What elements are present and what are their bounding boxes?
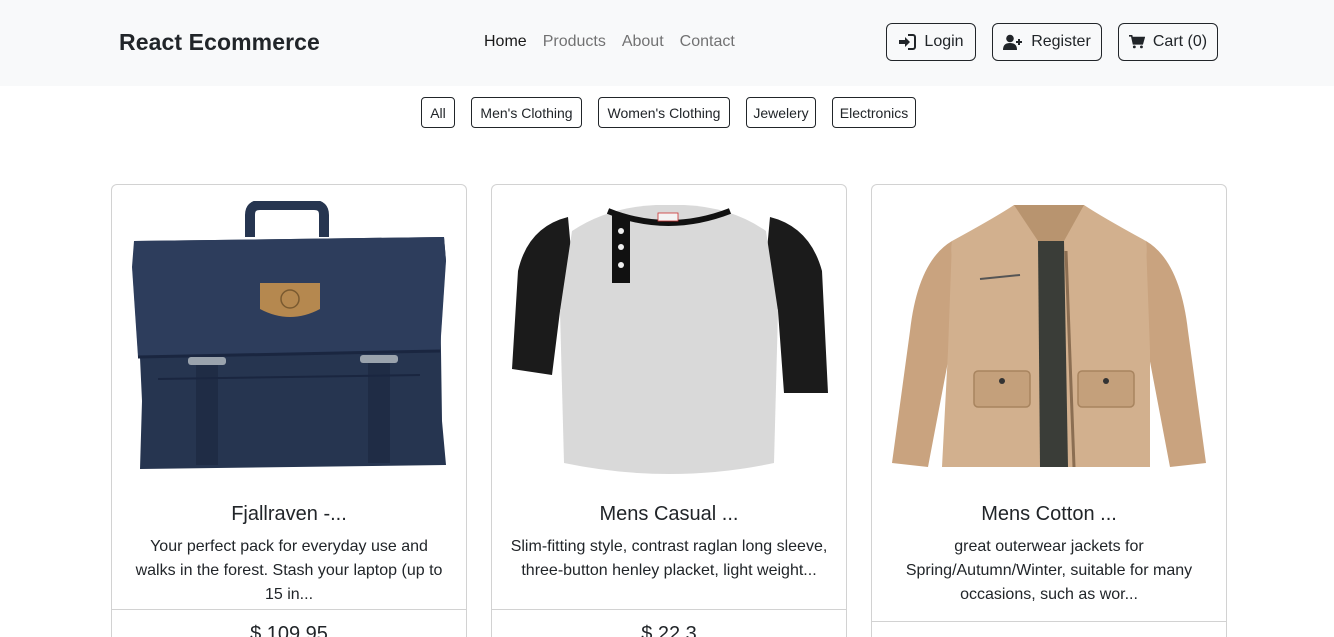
card-divider: [112, 609, 466, 610]
sign-in-icon: [899, 34, 917, 50]
cart-label: Cart (0): [1152, 33, 1208, 50]
product-title: Mens Cotton ...: [981, 503, 1117, 525]
nav-link-about[interactable]: About: [622, 33, 664, 51]
filter-womens-clothing-button[interactable]: Women's Clothing: [598, 97, 730, 128]
product-title: Mens Casual ...: [599, 503, 739, 525]
product-price: $ 109.95: [250, 623, 328, 637]
register-label: Register: [1031, 33, 1091, 50]
login-button[interactable]: Login: [886, 23, 976, 61]
category-filters: All Men's Clothing Women's Clothing Jewe…: [0, 97, 1334, 128]
product-image-backpack: [132, 201, 446, 469]
filter-mens-clothing-button[interactable]: Men's Clothing: [471, 97, 582, 128]
cart-button[interactable]: Cart (0): [1118, 23, 1218, 61]
shopping-cart-icon: [1128, 34, 1145, 49]
user-plus-icon: [1003, 34, 1023, 50]
product-card[interactable]: Mens Casual ... Slim-fitting style, cont…: [491, 184, 847, 637]
product-description: great outerwear jackets for Spring/Autum…: [905, 538, 1193, 603]
filter-all-button[interactable]: All: [421, 97, 455, 128]
card-divider: [872, 621, 1226, 622]
register-button[interactable]: Register: [992, 23, 1102, 61]
filter-jewelery-button[interactable]: Jewelery: [746, 97, 816, 128]
product-title: Fjallraven -...: [231, 503, 347, 525]
product-price: $ 22.3: [641, 623, 697, 637]
product-description: Your perfect pack for everyday use and w…: [135, 538, 443, 603]
product-card[interactable]: Fjallraven -... Your perfect pack for ev…: [111, 184, 467, 637]
brand-logo[interactable]: React Ecommerce: [119, 29, 320, 56]
nav-link-products[interactable]: Products: [543, 33, 606, 51]
navbar: React Ecommerce Home Products About Cont…: [0, 0, 1334, 86]
filter-electronics-button[interactable]: Electronics: [832, 97, 916, 128]
product-image-cotton-jacket: [892, 205, 1206, 468]
card-divider: [492, 609, 846, 610]
nav-link-contact[interactable]: Contact: [680, 33, 735, 51]
product-image-henley-shirt: [512, 205, 828, 474]
nav-link-home[interactable]: Home: [484, 33, 527, 51]
nav-links: Home Products About Contact: [484, 33, 751, 51]
login-label: Login: [924, 33, 964, 50]
product-description: Slim-fitting style, contrast raglan long…: [510, 538, 828, 579]
product-card[interactable]: Mens Cotton ... great outerwear jackets …: [871, 184, 1227, 637]
